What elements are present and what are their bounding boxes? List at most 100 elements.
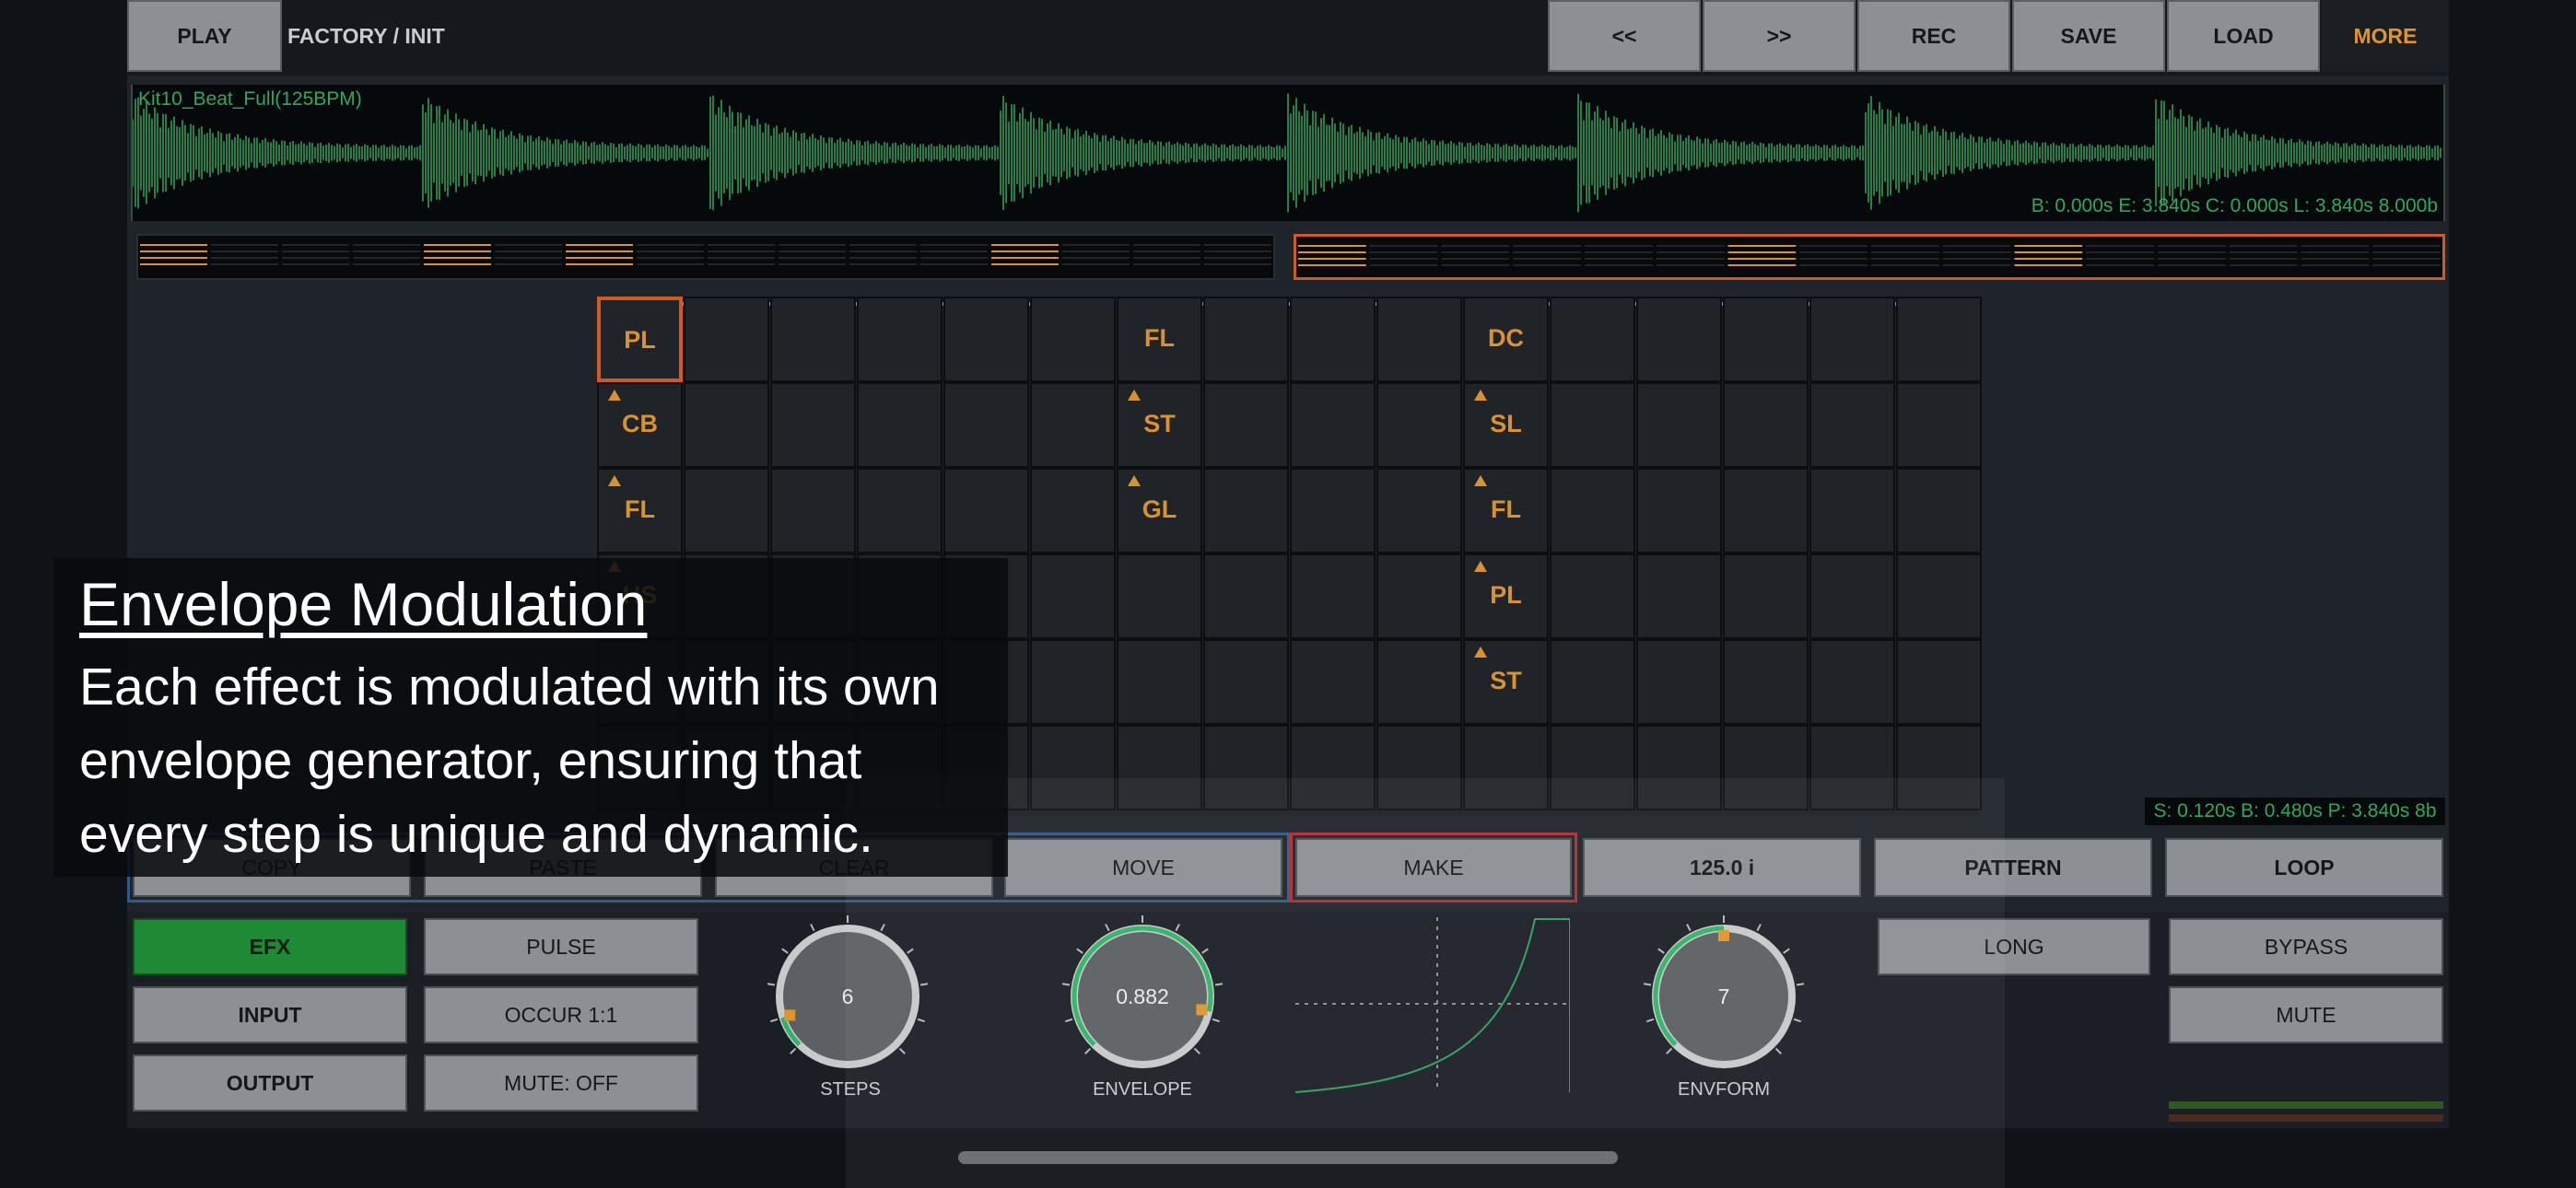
slice-segment[interactable] — [1585, 245, 1653, 266]
save-button[interactable]: SAVE — [2012, 0, 2165, 72]
pattern-button[interactable]: PATTERN — [1874, 838, 2152, 897]
grid-cell[interactable] — [1290, 553, 1376, 639]
slice-segment[interactable] — [211, 244, 278, 265]
slice-segment[interactable] — [353, 244, 420, 265]
grid-cell[interactable]: FL — [1117, 297, 1202, 382]
waveform-view[interactable]: Kit10_Beat_Full(125BPM) B: 0.000s E: 3.8… — [131, 85, 2445, 221]
grid-cell[interactable]: SL — [1463, 382, 1549, 468]
slice-strip-left[interactable] — [136, 234, 1275, 280]
mute-button[interactable]: MUTE — [2169, 986, 2443, 1043]
slice-segment[interactable] — [2158, 245, 2226, 266]
grid-cell[interactable] — [1896, 468, 1982, 553]
grid-cell[interactable] — [1030, 553, 1116, 639]
grid-cell[interactable] — [1636, 297, 1722, 382]
grid-cell[interactable] — [1809, 639, 1895, 725]
grid-cell[interactable] — [1376, 297, 1462, 382]
steps-knob[interactable]: 6 — [767, 915, 929, 1068]
preset-name[interactable]: FACTORY / INIT — [287, 0, 564, 72]
slice-segment[interactable] — [1942, 245, 2011, 266]
grid-cell[interactable] — [1290, 382, 1376, 468]
grid-cell[interactable] — [1896, 553, 1982, 639]
grid-cell[interactable]: ST — [1463, 639, 1549, 725]
grid-cell[interactable] — [1550, 553, 1635, 639]
slice-segment[interactable] — [991, 244, 1059, 265]
grid-cell[interactable] — [1723, 725, 1809, 810]
grid-cell[interactable] — [1636, 468, 1722, 553]
grid-cell[interactable] — [1896, 382, 1982, 468]
grid-cell[interactable]: GL — [1117, 468, 1202, 553]
grid-cell[interactable] — [1030, 468, 1116, 553]
grid-cell[interactable] — [1809, 725, 1895, 810]
grid-cell[interactable] — [1723, 639, 1809, 725]
grid-cell[interactable] — [1550, 468, 1635, 553]
grid-cell[interactable] — [857, 297, 943, 382]
slice-segment[interactable] — [2086, 245, 2154, 266]
grid-cell[interactable] — [1117, 639, 1202, 725]
grid-cell[interactable] — [1896, 725, 1982, 810]
grid-cell[interactable] — [684, 468, 769, 553]
grid-cell[interactable] — [1030, 639, 1116, 725]
grid-cell[interactable] — [770, 297, 856, 382]
slice-segment[interactable] — [1298, 245, 1366, 266]
grid-cell[interactable] — [770, 468, 856, 553]
grid-cell[interactable] — [1376, 639, 1462, 725]
slice-segment[interactable] — [1369, 245, 1438, 266]
grid-cell[interactable]: DC — [1463, 297, 1549, 382]
grid-cell[interactable] — [1896, 639, 1982, 725]
slice-segment[interactable] — [282, 244, 349, 265]
grid-cell[interactable] — [1203, 639, 1289, 725]
grid-cell[interactable] — [1117, 725, 1202, 810]
slice-segment[interactable] — [637, 244, 704, 265]
slice-segment[interactable] — [1799, 245, 1868, 266]
slice-segment[interactable] — [1656, 245, 1725, 266]
grid-cell[interactable]: ST — [1117, 382, 1202, 468]
slice-segment[interactable] — [1513, 245, 1581, 266]
grid-cell[interactable] — [1636, 725, 1722, 810]
grid-cell[interactable] — [1636, 553, 1722, 639]
grid-cell[interactable] — [1550, 639, 1635, 725]
grid-cell[interactable] — [1636, 382, 1722, 468]
grid-cell[interactable] — [1550, 382, 1635, 468]
grid-cell[interactable] — [1290, 725, 1376, 810]
make-button[interactable]: MAKE — [1295, 838, 1572, 897]
grid-cell[interactable] — [1809, 553, 1895, 639]
loop-button[interactable]: LOOP — [2165, 838, 2443, 897]
grid-cell[interactable] — [1809, 297, 1895, 382]
slice-segment[interactable] — [1062, 244, 1130, 265]
grid-cell[interactable] — [1203, 553, 1289, 639]
grid-cell[interactable] — [1030, 725, 1116, 810]
slice-segment[interactable] — [140, 244, 207, 265]
grid-cell[interactable] — [1896, 297, 1982, 382]
grid-cell[interactable] — [857, 468, 943, 553]
grid-cell[interactable] — [1636, 639, 1722, 725]
grid-cell[interactable]: PL — [1463, 553, 1549, 639]
grid-cell[interactable] — [1376, 382, 1462, 468]
grid-cell[interactable] — [1203, 382, 1289, 468]
grid-cell[interactable] — [1723, 382, 1809, 468]
slice-segment[interactable] — [2372, 245, 2441, 266]
move-button[interactable]: MOVE — [1004, 838, 1282, 897]
slice-strip-right[interactable] — [1294, 234, 2445, 280]
grid-cell[interactable]: FL — [597, 468, 683, 553]
slice-segment[interactable] — [1871, 245, 1939, 266]
forward-button[interactable]: >> — [1703, 0, 1856, 72]
grid-cell[interactable] — [1376, 553, 1462, 639]
slice-segment[interactable] — [849, 244, 917, 265]
grid-cell[interactable] — [1030, 297, 1116, 382]
long-button[interactable]: LONG — [1878, 918, 2150, 975]
grid-cell[interactable] — [1376, 468, 1462, 553]
grid-cell[interactable] — [1203, 297, 1289, 382]
grid-cell[interactable]: FL — [1463, 468, 1549, 553]
grid-cell[interactable] — [1550, 725, 1635, 810]
grid-cell[interactable] — [684, 297, 769, 382]
bypass-button[interactable]: BYPASS — [2169, 918, 2443, 975]
slice-segment[interactable] — [1727, 245, 1797, 266]
load-button[interactable]: LOAD — [2167, 0, 2320, 72]
grid-cell[interactable] — [1550, 297, 1635, 382]
grid-cell[interactable] — [1290, 468, 1376, 553]
envelope-knob[interactable]: 0.882 — [1061, 915, 1224, 1068]
grid-cell[interactable] — [1290, 297, 1376, 382]
slice-segment[interactable] — [708, 244, 775, 265]
grid-cell[interactable] — [1723, 553, 1809, 639]
grid-cell[interactable] — [943, 382, 1029, 468]
